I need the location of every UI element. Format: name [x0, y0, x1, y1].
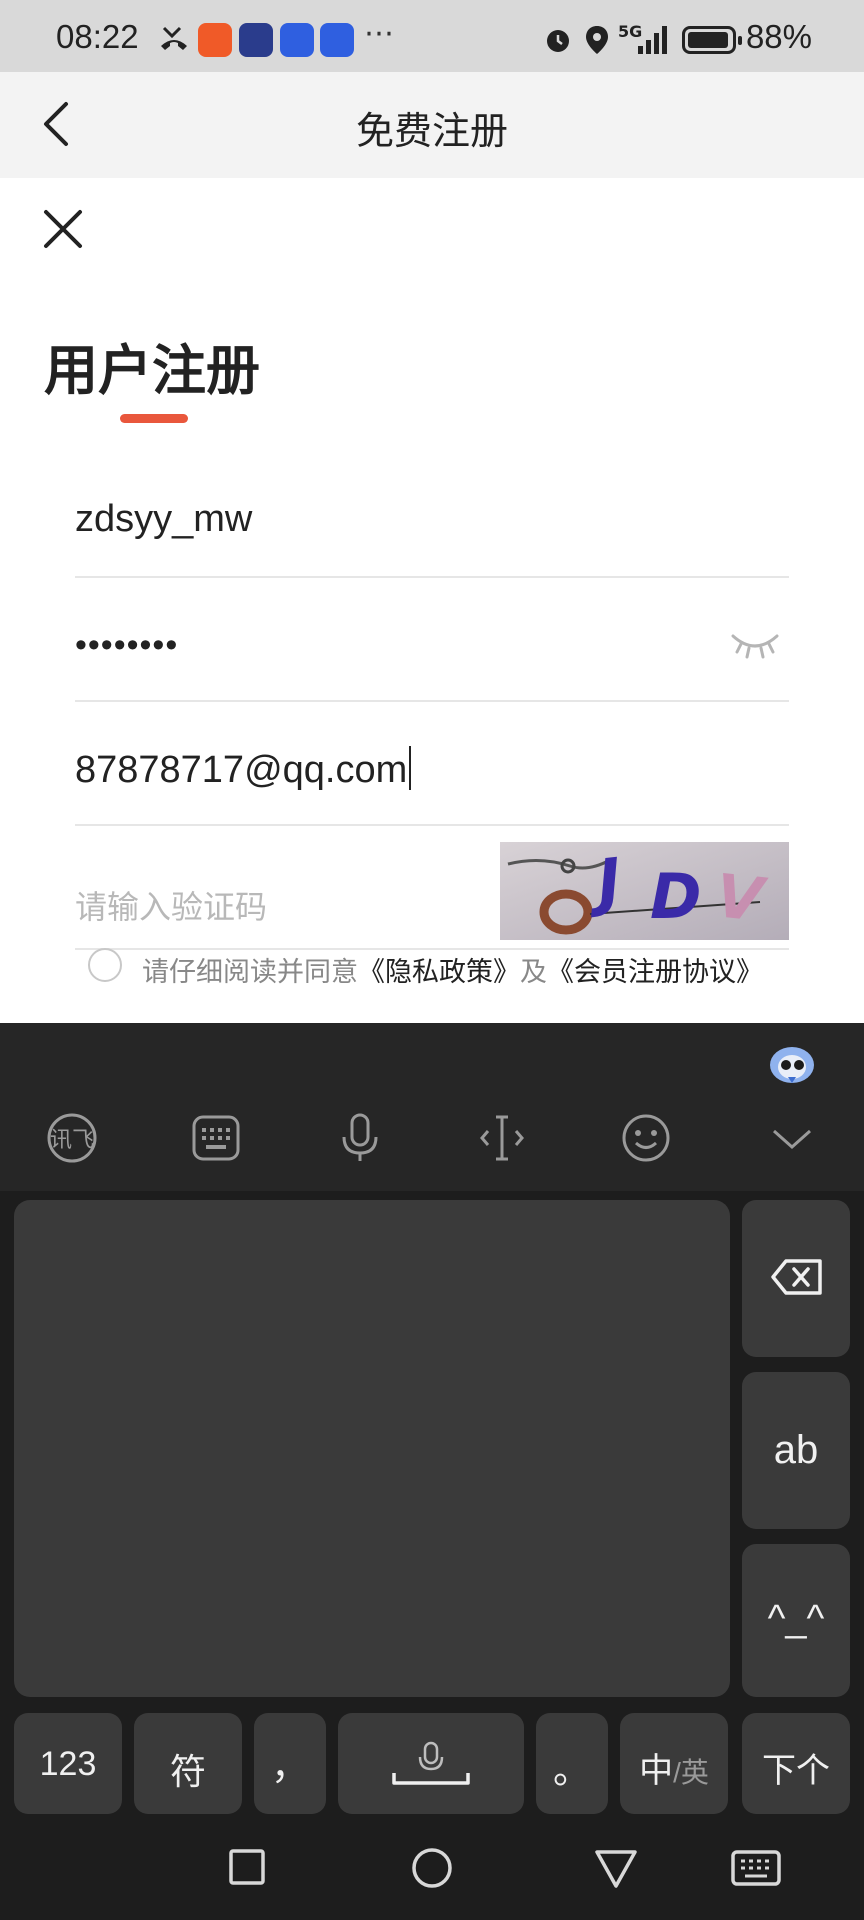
- system-nav-bar: [0, 1818, 864, 1920]
- missed-call-icon: [161, 26, 187, 50]
- captcha-graphic: J D V: [500, 842, 789, 940]
- language-main-label: 中: [639, 1752, 674, 1790]
- app-notification-icon: [320, 23, 354, 57]
- kaomoji-key-label: ^_^: [767, 1598, 825, 1640]
- app-notification-icon: [198, 23, 232, 57]
- ab-key[interactable]: ab: [742, 1372, 850, 1529]
- back-nav-icon[interactable]: [590, 1842, 642, 1894]
- language-alt-label: /英: [673, 1757, 709, 1788]
- language-switch-key[interactable]: 中/英: [620, 1713, 728, 1814]
- captcha-field[interactable]: 请输入验证码 J D V: [75, 826, 789, 950]
- app-header: 免费注册: [0, 72, 864, 178]
- privacy-policy-link[interactable]: 《隐私政策》: [358, 957, 520, 988]
- handwriting-area[interactable]: [14, 1200, 730, 1697]
- backspace-icon: [771, 1259, 822, 1295]
- symbols-key-label: 符: [169, 1751, 206, 1792]
- battery-icon: [682, 26, 742, 54]
- game-notification-icon: [239, 23, 273, 57]
- title-underline: [120, 414, 188, 423]
- home-icon[interactable]: [406, 1842, 458, 1894]
- signal-icon: [638, 26, 667, 54]
- keyboard-assistant-icon[interactable]: [768, 1043, 816, 1085]
- svg-text:D: D: [650, 860, 701, 933]
- collapse-keyboard-icon[interactable]: [762, 1111, 822, 1165]
- text-caret: [409, 746, 412, 790]
- agreement-and: 及: [520, 957, 547, 988]
- alarm-icon: [547, 30, 569, 52]
- email-input[interactable]: 87878717@qq.com: [75, 746, 412, 792]
- next-key[interactable]: 下个: [742, 1713, 850, 1814]
- location-icon: [586, 26, 608, 54]
- captcha-image[interactable]: J D V: [500, 842, 789, 940]
- numbers-key-label: 123: [39, 1745, 97, 1783]
- cursor-move-icon[interactable]: [472, 1111, 532, 1165]
- battery-level: 88%: [745, 18, 812, 55]
- keyboard-layout-icon[interactable]: [186, 1111, 246, 1165]
- page-header-title: 免费注册: [355, 109, 508, 153]
- member-agreement-link[interactable]: 《会员注册协议》: [547, 957, 763, 988]
- comma-key-label: ，: [270, 1746, 309, 1788]
- comma-key[interactable]: ，: [254, 1713, 326, 1814]
- agreement-text: 请仔细阅读并同意《隐私政策》及《会员注册协议》: [142, 950, 763, 989]
- username-field[interactable]: zdsyy_mw: [75, 454, 789, 578]
- numbers-key[interactable]: 123: [14, 1713, 122, 1814]
- language-switch-label: 中/英: [620, 1743, 728, 1792]
- recent-apps-icon[interactable]: [222, 1842, 274, 1894]
- kaomoji-key[interactable]: ^_^: [742, 1544, 850, 1697]
- more-notifications-icon: ⋯: [364, 16, 394, 51]
- eye-closed-icon[interactable]: [729, 630, 781, 660]
- svg-text:讯飞: 讯飞: [50, 1128, 94, 1153]
- agreement-row: 请仔细阅读并同意《隐私政策》及《会员注册协议》: [88, 948, 848, 988]
- emoji-icon[interactable]: [616, 1111, 676, 1165]
- ifly-logo-icon[interactable]: 讯飞: [42, 1111, 102, 1165]
- space-voice-icon: [392, 1741, 470, 1785]
- microphone-icon[interactable]: [330, 1111, 390, 1165]
- symbols-key[interactable]: 符: [134, 1713, 242, 1814]
- captcha-input[interactable]: 请输入验证码: [75, 882, 267, 928]
- soft-keyboard: 讯飞 ab ^_^ 123 符 ， 。 中/英 下个: [0, 1023, 864, 1920]
- email-field[interactable]: 87878717@qq.com: [75, 702, 789, 826]
- keyboard-switch-icon[interactable]: [730, 1842, 782, 1894]
- space-key[interactable]: [338, 1713, 524, 1814]
- agreement-checkbox[interactable]: [88, 948, 122, 982]
- next-key-label: 下个: [762, 1752, 830, 1790]
- backspace-key[interactable]: [742, 1200, 850, 1357]
- ab-key-label: ab: [773, 1428, 819, 1472]
- page-title: 用户注册: [44, 339, 260, 402]
- keyboard-toolbar: 讯飞: [0, 1023, 864, 1191]
- status-bar: 08:22 ⋯ 5G 88%: [0, 0, 864, 72]
- period-key[interactable]: 。: [536, 1713, 608, 1814]
- period-key-label: 。: [552, 1750, 591, 1792]
- username-input[interactable]: zdsyy_mw: [75, 498, 252, 541]
- agreement-prefix: 请仔细阅读并同意: [142, 957, 358, 988]
- close-button[interactable]: [38, 204, 88, 254]
- app-notification-icon: [280, 23, 314, 57]
- password-input[interactable]: ••••••••: [75, 626, 178, 665]
- status-time: 08:22: [56, 18, 139, 55]
- password-field[interactable]: ••••••••: [75, 578, 789, 702]
